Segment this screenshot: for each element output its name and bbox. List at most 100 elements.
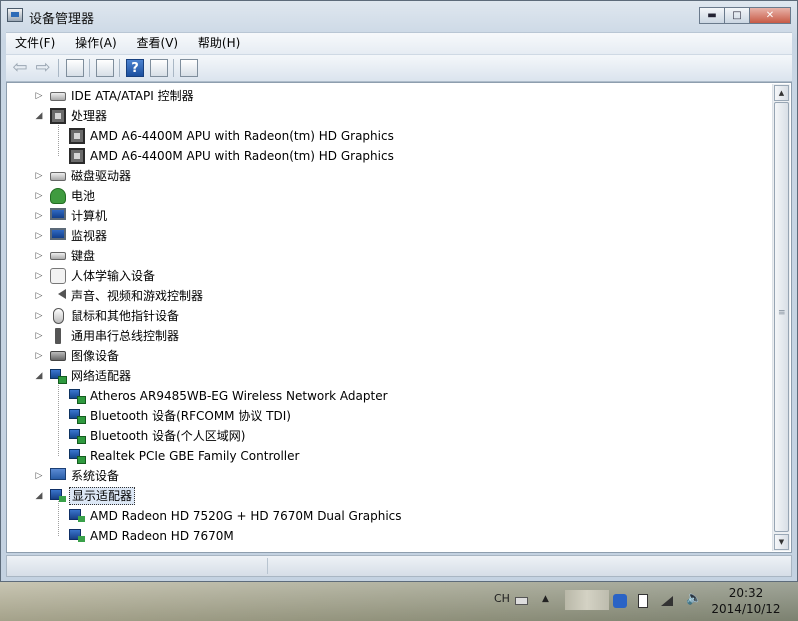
monitor-icon [50,228,66,240]
speaker-icon [50,289,66,299]
expand-arrow-icon[interactable]: ▷ [33,350,45,362]
mouse-icon [53,308,64,324]
display-adapter-icon [69,529,85,542]
network-adapter-icon [69,449,86,464]
back-arrow-icon[interactable]: ⇦ [11,59,29,77]
menu-file[interactable]: 文件(F) [8,33,62,54]
tree-item-net-4[interactable]: Realtek PCIe GBE Family Controller [7,446,772,466]
forward-arrow-icon[interactable]: ⇨ [34,59,52,77]
tree-item-cpu-2[interactable]: AMD A6-4400M APU with Radeon(tm) HD Grap… [7,146,772,166]
network-adapter-icon [50,369,67,384]
collapse-arrow-icon[interactable]: ◢ [33,370,45,382]
collapse-arrow-icon[interactable]: ◢ [33,490,45,502]
show-hidden-icons-icon[interactable]: ▲ [542,592,549,606]
tree-item-imaging[interactable]: ▷ 图像设备 [7,346,772,366]
expand-arrow-icon[interactable]: ▷ [33,90,45,102]
processor-icon [69,128,85,144]
close-button[interactable]: ✕ [749,7,791,24]
hid-device-icon [50,268,66,284]
toolbar-separator [173,59,174,77]
expand-arrow-icon[interactable]: ▷ [33,330,45,342]
expand-arrow-icon[interactable]: ▷ [33,210,45,222]
expand-arrow-icon[interactable]: ▷ [33,170,45,182]
tree-item-label: 图像设备 [71,349,120,363]
volume-icon[interactable]: 🔈 [686,592,702,606]
expand-arrow-icon[interactable]: ▷ [33,290,45,302]
tree-item-sound[interactable]: ▷ 声音、视频和游戏控制器 [7,286,772,306]
tree-item-computer[interactable]: ▷ 计算机 [7,206,772,226]
menu-action[interactable]: 操作(A) [68,33,124,54]
tree-item-processors[interactable]: ◢ 处理器 [7,106,772,126]
battery-icon [50,188,66,204]
tree-item-label: 人体学输入设备 [71,269,156,283]
tree-item-system-devices[interactable]: ▷ 系统设备 [7,466,772,486]
menu-view[interactable]: 查看(V) [130,33,186,54]
expand-arrow-icon[interactable]: ▷ [33,190,45,202]
tree-item-label: IDE ATA/ATAPI 控制器 [71,89,194,103]
caption-buttons: ▬ □ ✕ [699,7,791,24]
tree-item-gpu-2[interactable]: AMD Radeon HD 7670M [7,526,772,546]
tree-item-label: Atheros AR9485WB-EG Wireless Network Ada… [90,389,388,403]
network-signal-icon[interactable] [661,596,673,606]
tree-item-label: 电池 [71,189,96,203]
tree-item-battery[interactable]: ▷ 电池 [7,186,772,206]
help-icon[interactable]: ? [126,59,144,77]
tree-item-net-1[interactable]: Atheros AR9485WB-EG Wireless Network Ada… [7,386,772,406]
taskbar-clock[interactable]: 20:32 2014/10/12 [710,585,782,617]
tree-item-network-adapters[interactable]: ◢ 网络适配器 [7,366,772,386]
expand-arrow-icon[interactable]: ▷ [33,250,45,262]
minimize-button[interactable]: ▬ [699,7,725,24]
tree-item-cpu-1[interactable]: AMD A6-4400M APU with Radeon(tm) HD Grap… [7,126,772,146]
tree-item-label: AMD A6-4400M APU with Radeon(tm) HD Grap… [90,129,394,143]
tree-item-net-2[interactable]: Bluetooth 设备(RFCOMM 协议 TDI) [7,406,772,426]
tree-item-label: AMD A6-4400M APU with Radeon(tm) HD Grap… [90,149,394,163]
device-manager-window: 设备管理器 ▬ □ ✕ 文件(F) 操作(A) 查看(V) 帮助(H) ⇦ ⇨ … [0,0,798,582]
properties-icon[interactable] [96,59,114,77]
tree-item-net-3[interactable]: Bluetooth 设备(个人区域网) [7,426,772,446]
show-hide-console-tree-icon[interactable] [66,59,84,77]
camera-icon [50,351,66,361]
expand-arrow-icon[interactable]: ▷ [33,270,45,282]
tree-item-hid[interactable]: ▷ 人体学输入设备 [7,266,772,286]
show-action-pane-icon[interactable] [150,59,168,77]
tree-item-disk-drives[interactable]: ▷ 磁盘驱动器 [7,166,772,186]
menu-help[interactable]: 帮助(H) [191,33,247,54]
tree-item-label: Bluetooth 设备(RFCOMM 协议 TDI) [90,409,291,423]
scan-hardware-changes-icon[interactable] [180,59,198,77]
network-adapter-icon [69,409,86,424]
tree-item-label: AMD Radeon HD 7520G + HD 7670M Dual Grap… [90,509,402,523]
tree-item-label: 声音、视频和游戏控制器 [71,289,204,303]
scroll-down-arrow-icon[interactable]: ▼ [774,534,789,550]
expand-arrow-icon[interactable]: ▷ [33,230,45,242]
scrollbar-thumb[interactable] [774,102,789,532]
power-icon[interactable] [638,594,648,608]
status-bar [6,555,792,577]
collapse-arrow-icon[interactable]: ◢ [33,110,45,122]
tree-item-label: AMD Radeon HD 7670M [90,529,234,543]
vertical-scrollbar[interactable]: ▲ ▼ [772,84,790,551]
expand-arrow-icon[interactable]: ▷ [33,470,45,482]
expand-arrow-icon[interactable]: ▷ [33,310,45,322]
clock-date: 2014/10/12 [711,602,781,616]
keyboard-icon [50,252,66,260]
display-adapter-icon [69,509,85,522]
tree-item-label: 通用串行总线控制器 [71,329,180,343]
window-title: 设备管理器 [29,12,95,27]
title-bar[interactable]: 设备管理器 ▬ □ ✕ [1,1,797,31]
tree-item-monitors[interactable]: ▷ 监视器 [7,226,772,246]
tree-item-keyboards[interactable]: ▷ 键盘 [7,246,772,266]
tree-item-mice[interactable]: ▷ 鼠标和其他指针设备 [7,306,772,326]
scroll-up-arrow-icon[interactable]: ▲ [774,85,789,101]
usb-icon [55,328,61,344]
maximize-button[interactable]: □ [724,7,750,24]
keyboard-icon[interactable] [515,597,528,605]
system-device-icon [50,468,66,480]
tree-item-usb[interactable]: ▷ 通用串行总线控制器 [7,326,772,346]
disk-drive-icon [50,172,66,181]
tree-item-label: Bluetooth 设备(个人区域网) [90,429,246,443]
ime-language-indicator[interactable]: CH [494,592,510,606]
tree-item-gpu-1[interactable]: AMD Radeon HD 7520G + HD 7670M Dual Grap… [7,506,772,526]
security-shield-icon[interactable] [613,594,627,608]
tree-item-display-adapters[interactable]: ◢ 显示适配器 [7,486,772,506]
tree-item-ide[interactable]: ▷ IDE ATA/ATAPI 控制器 [7,86,772,106]
